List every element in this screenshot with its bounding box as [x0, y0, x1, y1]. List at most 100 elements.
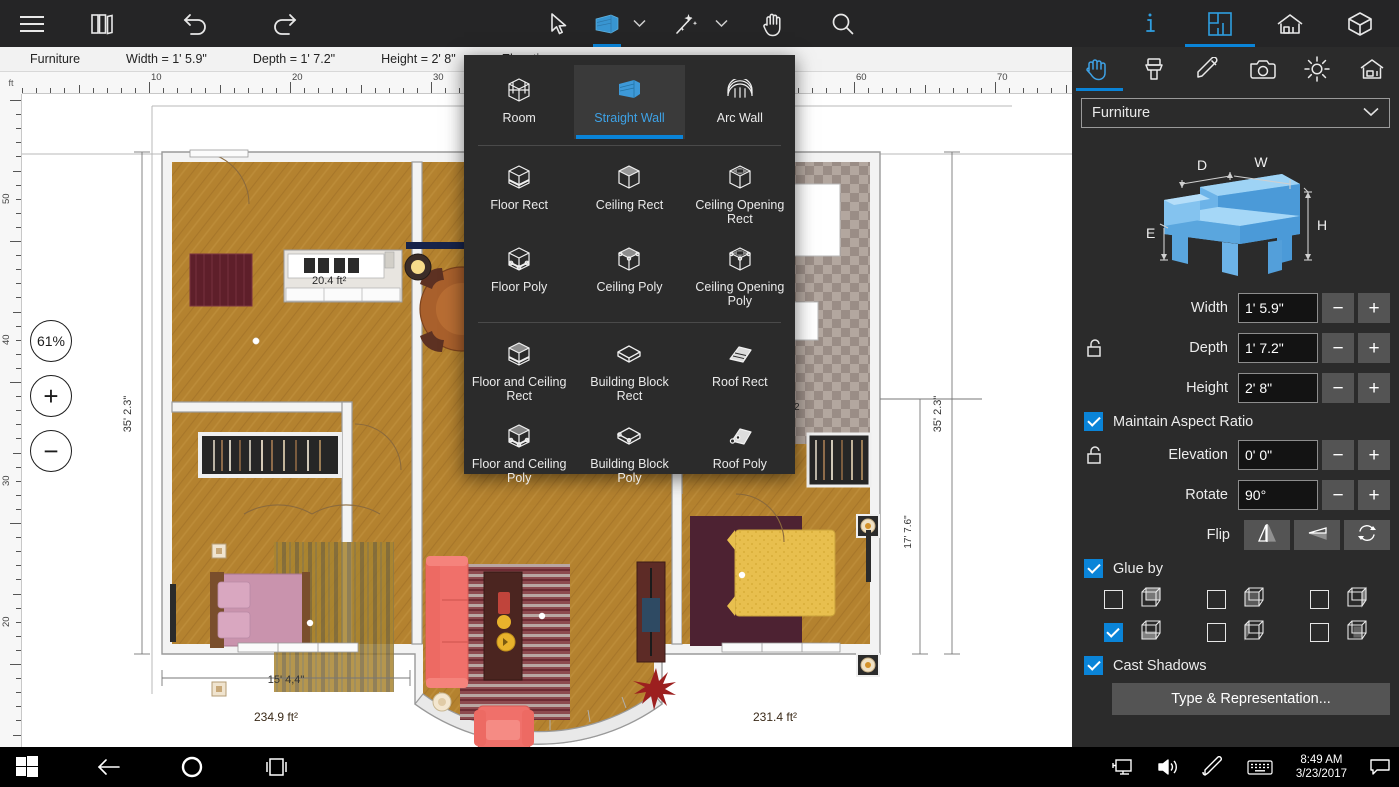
glue-cell-front[interactable]	[1206, 586, 1265, 613]
menu-item-ceiling-opening-poly[interactable]: Ceiling Opening Poly	[685, 234, 795, 316]
library-books-icon[interactable]	[78, 0, 126, 47]
glue-cell-back[interactable]	[1206, 619, 1265, 646]
elevation-input[interactable]: 0' 0"	[1238, 440, 1318, 470]
volume-speaker-icon[interactable]	[1156, 757, 1180, 777]
depth-lock-icon[interactable]	[1081, 338, 1109, 358]
panel-tab-camera[interactable]	[1236, 47, 1291, 91]
rotate-increment-button[interactable]: +	[1358, 480, 1390, 510]
glue-checkbox-front[interactable]	[1206, 590, 1226, 609]
width-decrement-button[interactable]: −	[1322, 293, 1354, 323]
cast-shadows-checkbox[interactable]	[1084, 656, 1103, 675]
ruler-tick	[938, 88, 940, 93]
wall-tool-dropdown-menu[interactable]: Room Straight Wall Arc Wall Floor Rect C…	[464, 55, 795, 485]
panel-tab-style[interactable]	[1181, 47, 1236, 91]
glue-by-checkbox[interactable]	[1084, 559, 1103, 578]
chevron-down-icon	[1363, 105, 1379, 121]
floorplan-2d-icon[interactable]	[1185, 0, 1255, 47]
width-input[interactable]: 1' 5.9"	[1238, 293, 1318, 323]
notification-bubble-icon[interactable]	[1369, 757, 1391, 777]
panel-tab-object[interactable]	[1072, 47, 1127, 91]
glue-checkbox-left[interactable]	[1309, 623, 1329, 642]
category-select[interactable]: Furniture	[1081, 98, 1390, 128]
glue-checkbox-bottom[interactable]	[1103, 623, 1123, 642]
menu-item-building-block-poly[interactable]: Building Block Poly	[574, 411, 684, 493]
rotate-decrement-button[interactable]: −	[1322, 480, 1354, 510]
house-elevation-icon[interactable]	[1255, 0, 1325, 47]
task-view-icon[interactable]	[262, 756, 290, 778]
glue-checkbox-top[interactable]	[1103, 590, 1123, 609]
menu-item-floor-rect[interactable]: Floor Rect	[464, 152, 574, 234]
width-increment-button[interactable]: +	[1358, 293, 1390, 323]
height-increment-button[interactable]: +	[1358, 373, 1390, 403]
elevation-lock-icon[interactable]	[1081, 445, 1109, 465]
magnifier-search-icon[interactable]	[815, 0, 871, 47]
windows-start-icon[interactable]	[16, 756, 38, 778]
cube-3d-icon[interactable]	[1325, 0, 1395, 47]
menu-item-ceiling-opening-rect[interactable]: Ceiling Opening Rect	[685, 152, 795, 234]
zoom-out-button[interactable]: −	[30, 430, 72, 472]
pen-input-icon[interactable]	[1202, 756, 1224, 778]
elevation-increment-button[interactable]: +	[1358, 440, 1390, 470]
maintain-aspect-ratio-checkbox[interactable]	[1084, 412, 1103, 431]
vertical-ruler[interactable]: 50 40 30 20	[0, 94, 22, 747]
panel-tab-materials[interactable]	[1127, 47, 1182, 91]
wall-brick-icon[interactable]	[585, 0, 629, 47]
glue-cell-right[interactable]	[1309, 586, 1368, 613]
ruler-tick	[16, 692, 21, 694]
glue-checkbox-back[interactable]	[1206, 623, 1226, 642]
menu-item-floor-and-ceiling-poly[interactable]: Floor and Ceiling Poly	[464, 411, 574, 493]
magic-wand-icon[interactable]	[663, 0, 711, 47]
depth-input[interactable]: 1' 7.2"	[1238, 333, 1318, 363]
height-input[interactable]: 2' 8"	[1238, 373, 1318, 403]
flip-horizontal-button[interactable]	[1244, 520, 1290, 550]
rotate-row: Rotate 90° − +	[1081, 479, 1390, 511]
menu-item-roof-rect[interactable]: Roof Rect	[685, 329, 795, 411]
zoom-level-button[interactable]: 61%	[30, 320, 72, 362]
menu-item-arc-wall[interactable]: Arc Wall	[685, 65, 795, 139]
kitchen-counter-area-label: 20.4 ft²	[312, 275, 347, 287]
glue-cell-bottom[interactable]	[1103, 619, 1162, 646]
menu-item-building-block-rect[interactable]: Building Block Rect	[574, 329, 684, 411]
menu-item-room[interactable]: Room	[464, 65, 574, 139]
hand-pan-icon[interactable]	[745, 0, 801, 47]
glue-cell-left[interactable]	[1309, 619, 1368, 646]
type-representation-button[interactable]: Type & Representation...	[1112, 683, 1390, 715]
taskbar-clock[interactable]: 8:49 AM 3/23/2017	[1296, 753, 1347, 781]
menu-item-ceiling-poly[interactable]: Ceiling Poly	[574, 234, 684, 316]
depth-increment-button[interactable]: +	[1358, 333, 1390, 363]
ruler-tick	[106, 88, 108, 93]
network-monitor-icon[interactable]	[1110, 757, 1134, 777]
flip-row: Flip	[1081, 519, 1390, 551]
panel-tab-site[interactable]	[1345, 47, 1399, 91]
panel-tab-light[interactable]	[1290, 47, 1345, 91]
building-block-poly-icon	[615, 421, 643, 451]
bookshelf-left	[198, 432, 342, 478]
hamburger-menu-icon[interactable]	[8, 0, 56, 47]
menu-item-floor-poly[interactable]: Floor Poly	[464, 234, 574, 316]
back-arrow-icon[interactable]	[96, 757, 122, 777]
menu-item-floor-and-ceiling-rect[interactable]: Floor and Ceiling Rect	[464, 329, 574, 411]
redo-arrow-icon[interactable]	[260, 0, 308, 47]
reset-rotation-button[interactable]	[1344, 520, 1390, 550]
ruler-tick	[10, 664, 21, 665]
pointer-arrow-icon[interactable]	[533, 0, 585, 47]
elevation-decrement-button[interactable]: −	[1322, 440, 1354, 470]
rotate-input[interactable]: 90°	[1238, 480, 1318, 510]
flip-vertical-button[interactable]	[1294, 520, 1340, 550]
magic-tool-chevron-down-icon[interactable]	[711, 19, 731, 28]
menu-item-ceiling-rect[interactable]: Ceiling Rect	[574, 152, 684, 234]
wall-tool-chevron-down-icon[interactable]	[629, 19, 649, 28]
info-i-icon[interactable]	[1115, 0, 1185, 47]
zoom-in-button[interactable]: +	[30, 375, 72, 417]
cortana-circle-icon[interactable]	[180, 755, 204, 779]
ruler-tick	[16, 269, 21, 271]
ruler-tick	[10, 241, 21, 242]
height-decrement-button[interactable]: −	[1322, 373, 1354, 403]
depth-decrement-button[interactable]: −	[1322, 333, 1354, 363]
undo-arrow-icon[interactable]	[172, 0, 220, 47]
glue-checkbox-right[interactable]	[1309, 590, 1329, 609]
menu-item-straight-wall[interactable]: Straight Wall	[574, 65, 685, 139]
menu-item-roof-poly[interactable]: Roof Poly	[685, 411, 795, 493]
glue-cell-top[interactable]	[1103, 586, 1162, 613]
touch-keyboard-icon[interactable]	[1246, 757, 1274, 777]
